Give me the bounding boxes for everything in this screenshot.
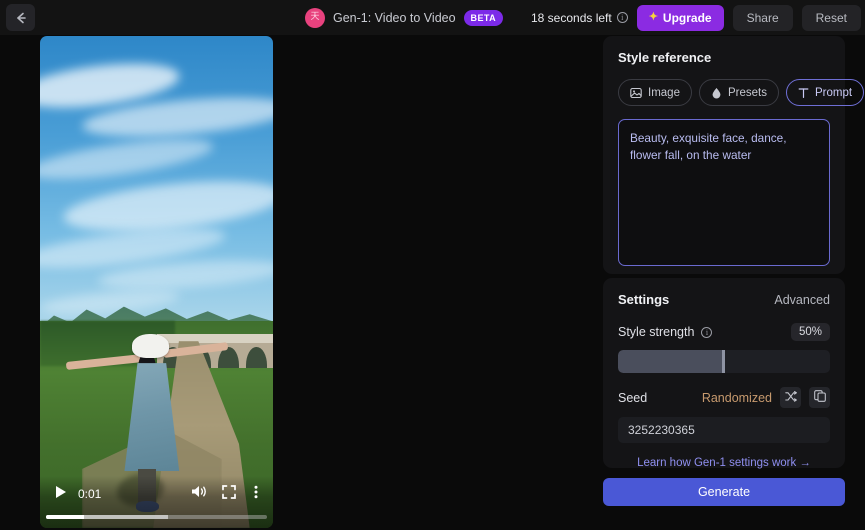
app-header: 天 Gen-1: Video to Video BETA 18 seconds … [0, 0, 865, 35]
style-reference-title: Style reference [618, 50, 712, 65]
fullscreen-icon [222, 484, 236, 504]
video-current-time: 0:01 [78, 487, 102, 501]
copy-icon [813, 389, 826, 407]
video-progress-bar[interactable] [46, 515, 267, 519]
generate-label: Generate [697, 485, 751, 499]
volume-icon [190, 484, 207, 504]
share-label: Share [746, 10, 779, 25]
settings-title: Settings [618, 292, 670, 307]
app-title-group: 天 Gen-1: Video to Video BETA [305, 0, 503, 35]
settings-header: Settings Advanced [618, 292, 830, 307]
droplet-icon [711, 87, 722, 99]
video-frame-image [40, 36, 273, 528]
video-controls: 0:01 [40, 476, 273, 528]
upgrade-button[interactable]: ✦ Upgrade [636, 4, 724, 31]
page-title: Gen-1: Video to Video [333, 10, 456, 25]
text-t-icon [798, 87, 809, 99]
tab-prompt[interactable]: Prompt [785, 79, 865, 106]
prompt-textarea[interactable]: Beauty, exquisite face, dance, flower fa… [618, 119, 830, 266]
image-icon [630, 87, 642, 99]
info-icon[interactable]: i [616, 12, 628, 23]
gen1-video-to-video-app: 天 Gen-1: Video to Video BETA 18 seconds … [0, 0, 865, 530]
avatar-glyph: 天 [310, 12, 320, 22]
seed-copy-button[interactable] [809, 387, 830, 408]
style-reference-panel: Style reference Image Presets Prompt Bea… [603, 36, 865, 274]
learn-gen1-settings-link[interactable]: Learn how Gen-1 settings work → [618, 457, 830, 469]
sparkle-icon: ✦ [648, 11, 658, 23]
style-strength-row: Style strength i 50% [618, 323, 830, 341]
fullscreen-button[interactable] [213, 484, 245, 504]
seed-value: 3252230365 [628, 423, 695, 437]
tab-image-label: Image [648, 86, 680, 99]
back-button[interactable] [6, 4, 35, 31]
info-icon[interactable]: i [701, 326, 713, 338]
video-progress-fill [46, 515, 84, 519]
style-strength-label: Style strength [618, 325, 695, 339]
play-button[interactable] [46, 485, 74, 504]
upgrade-label: Upgrade [662, 10, 712, 25]
reset-button[interactable]: Reset [801, 4, 861, 31]
arrow-left-icon [14, 11, 28, 25]
tab-presets[interactable]: Presets [698, 79, 779, 106]
style-strength-slider[interactable] [618, 350, 830, 373]
time-left-text: 18 seconds left [530, 10, 612, 25]
shuffle-icon [784, 389, 797, 407]
style-reference-tabs: Image Presets Prompt [618, 79, 865, 106]
volume-button[interactable] [183, 484, 213, 504]
reset-label: Reset [815, 10, 847, 25]
video-more-button[interactable] [245, 485, 267, 504]
seed-row: Seed Randomized [618, 387, 830, 408]
tab-presets-label: Presets [727, 86, 767, 99]
kebab-menu-icon [254, 485, 258, 504]
seed-input[interactable]: 3252230365 [618, 417, 830, 443]
time-left-status: 18 seconds left i [531, 11, 628, 25]
share-button[interactable]: Share [732, 4, 793, 31]
style-strength-value: 50% [790, 323, 830, 341]
style-strength-slider-fill [618, 350, 724, 373]
style-strength-slider-thumb[interactable] [722, 350, 725, 373]
settings-panel: Settings Advanced Style strength i 50% S… [603, 278, 845, 469]
seed-shuffle-button[interactable] [780, 387, 801, 408]
tab-prompt-label: Prompt [814, 86, 853, 99]
beta-badge: BETA [463, 9, 503, 26]
seed-label: Seed [618, 390, 648, 405]
advanced-settings-link[interactable]: Advanced [774, 293, 830, 307]
video-preview[interactable]: 0:01 [40, 36, 273, 528]
play-icon [54, 485, 67, 504]
generate-button[interactable]: Generate [603, 478, 845, 506]
avatar[interactable]: 天 [305, 7, 325, 28]
tab-image[interactable]: Image [618, 79, 692, 106]
header-actions: 18 seconds left i ✦ Upgrade Share Reset [531, 0, 865, 35]
seed-state-text: Randomized [701, 390, 772, 405]
